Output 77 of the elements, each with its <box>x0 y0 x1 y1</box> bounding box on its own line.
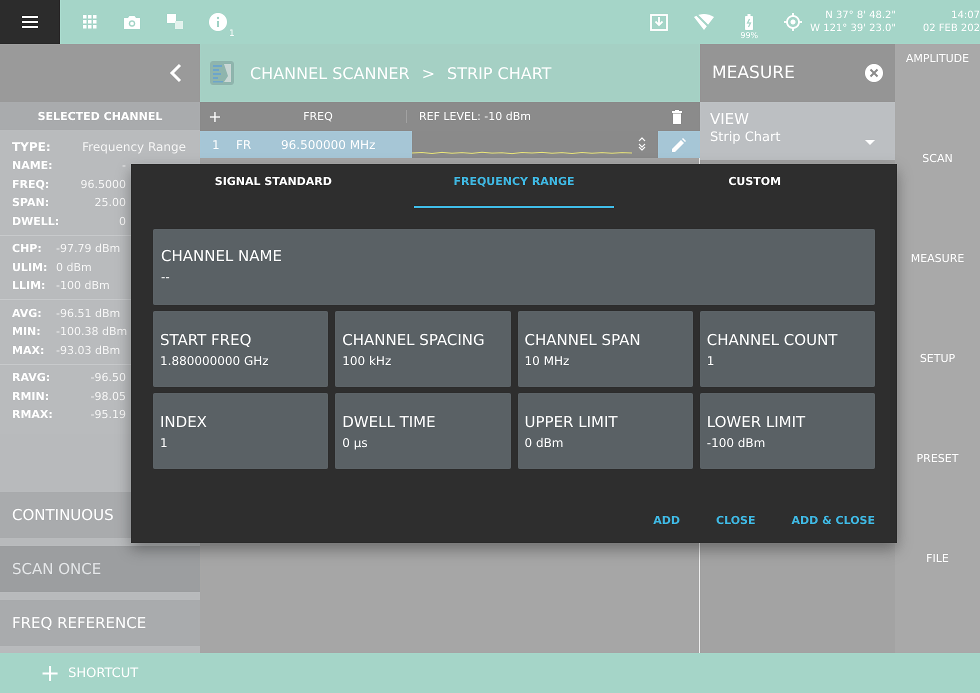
info-label: FREQ: <box>12 178 50 191</box>
info-value: -98.05 <box>90 390 126 403</box>
info-value: -100.38 dBm <box>56 325 128 338</box>
input-field[interactable]: INDEX 1 <box>153 393 328 469</box>
squares-icon[interactable] <box>167 14 183 30</box>
dialog-button[interactable]: CLOSE <box>716 514 756 527</box>
info-value: -97.79 dBm <box>56 242 122 256</box>
info-value: 0 <box>118 214 126 228</box>
info-label: TYPE: <box>12 140 52 154</box>
info-label: ULIM: <box>12 260 48 274</box>
info-value: 25.00 <box>94 196 126 210</box>
info-label: RMAX: <box>12 408 54 422</box>
column-header: FREQ <box>230 110 407 123</box>
input-field[interactable]: CHANNEL SPACING 100 kHz <box>335 311 510 387</box>
input-field[interactable]: START FREQ 1.880000000 GHz <box>153 311 328 387</box>
column-header: REF LEVEL: -10 dBm <box>418 110 532 123</box>
info-label: MAX: <box>12 344 46 357</box>
input-field[interactable]: LOWER LIMIT -100 dBm <box>700 393 875 469</box>
info-label: MIN: <box>12 325 42 338</box>
strip-chart-icon[interactable] <box>210 61 234 85</box>
info-value: -96.50 <box>90 371 126 384</box>
info-value: - <box>121 159 126 172</box>
table-cell-text: 96.500000 MHz <box>281 138 376 152</box>
clock-time: 14:07 <box>951 9 980 22</box>
dialog-tab[interactable]: CUSTOM <box>654 164 856 208</box>
wifi-off-icon <box>694 14 714 30</box>
breadcrumb-item: STRIP CHART <box>447 64 552 82</box>
info-value: 96.5000 <box>80 178 126 191</box>
info-value: -96.51 dBm <box>56 306 122 320</box>
section-header: SELECTED CHANNEL <box>0 102 200 130</box>
info-label: LLIM: <box>12 279 46 292</box>
crosshair-icon <box>784 13 802 31</box>
trash-icon[interactable] <box>672 110 682 124</box>
info-label: NAME: <box>12 159 54 172</box>
info-value: -95.19 <box>90 408 126 422</box>
info-label: SPAN: <box>12 196 50 210</box>
caret-icon <box>865 140 875 145</box>
channel-name-field[interactable]: CHANNEL NAME -- <box>153 229 875 305</box>
battery-level: 99% <box>740 31 758 40</box>
info-value: -93.03 dBm <box>56 344 122 357</box>
close-icon[interactable] <box>865 64 883 82</box>
info-value: -100 dBm <box>56 279 111 292</box>
grid-icon[interactable] <box>83 15 97 29</box>
table-cell-text: FR <box>235 138 252 152</box>
info-label: DWELL: <box>12 214 56 228</box>
camera-icon[interactable] <box>123 14 141 30</box>
back-icon[interactable] <box>170 63 182 83</box>
info-label: CHP: <box>12 242 43 256</box>
input-field[interactable]: CHANNEL SPAN 10 MHz <box>518 311 693 387</box>
info-value: Frequency Range <box>81 140 186 154</box>
table-cell-text: 1 <box>211 138 221 152</box>
info-label: RMIN: <box>12 390 50 403</box>
info-label: AVG: <box>12 306 43 320</box>
menu-button[interactable] <box>0 0 60 44</box>
panel-title: MEASURE <box>712 63 795 83</box>
edit-icon[interactable] <box>672 138 686 152</box>
info-count: 1 <box>229 29 235 39</box>
dialog-tab[interactable]: FREQUENCY RANGE <box>414 164 614 208</box>
download-icon[interactable] <box>650 14 668 30</box>
input-field[interactable]: CHANNEL COUNT 1 <box>700 311 875 387</box>
dialog-button[interactable]: ADD & CLOSE <box>791 514 875 527</box>
battery-icon <box>745 14 754 30</box>
dialog-button[interactable]: ADD <box>653 514 680 527</box>
add-channel-button[interactable]: + <box>200 107 230 126</box>
breadcrumb-separator: > <box>422 64 436 82</box>
clock-date: 02 FEB 202 <box>922 22 980 35</box>
longitude: W 121° 39' 23.0" <box>810 22 896 35</box>
menu-icon <box>22 16 38 28</box>
info-value: 0 dBm <box>56 260 93 274</box>
input-field[interactable]: UPPER LIMIT 0 dBm <box>518 393 693 469</box>
info-label: RAVG: <box>12 371 52 384</box>
info-icon[interactable] <box>209 13 227 31</box>
breadcrumb-item: CHANNEL SCANNER <box>250 64 410 82</box>
latitude: N 37° 8' 48.2" <box>825 9 896 22</box>
dialog-tab[interactable]: SIGNAL STANDARD <box>173 164 374 208</box>
input-field[interactable]: DWELL TIME 0 µs <box>335 393 510 469</box>
expand-icon[interactable] <box>638 136 646 152</box>
